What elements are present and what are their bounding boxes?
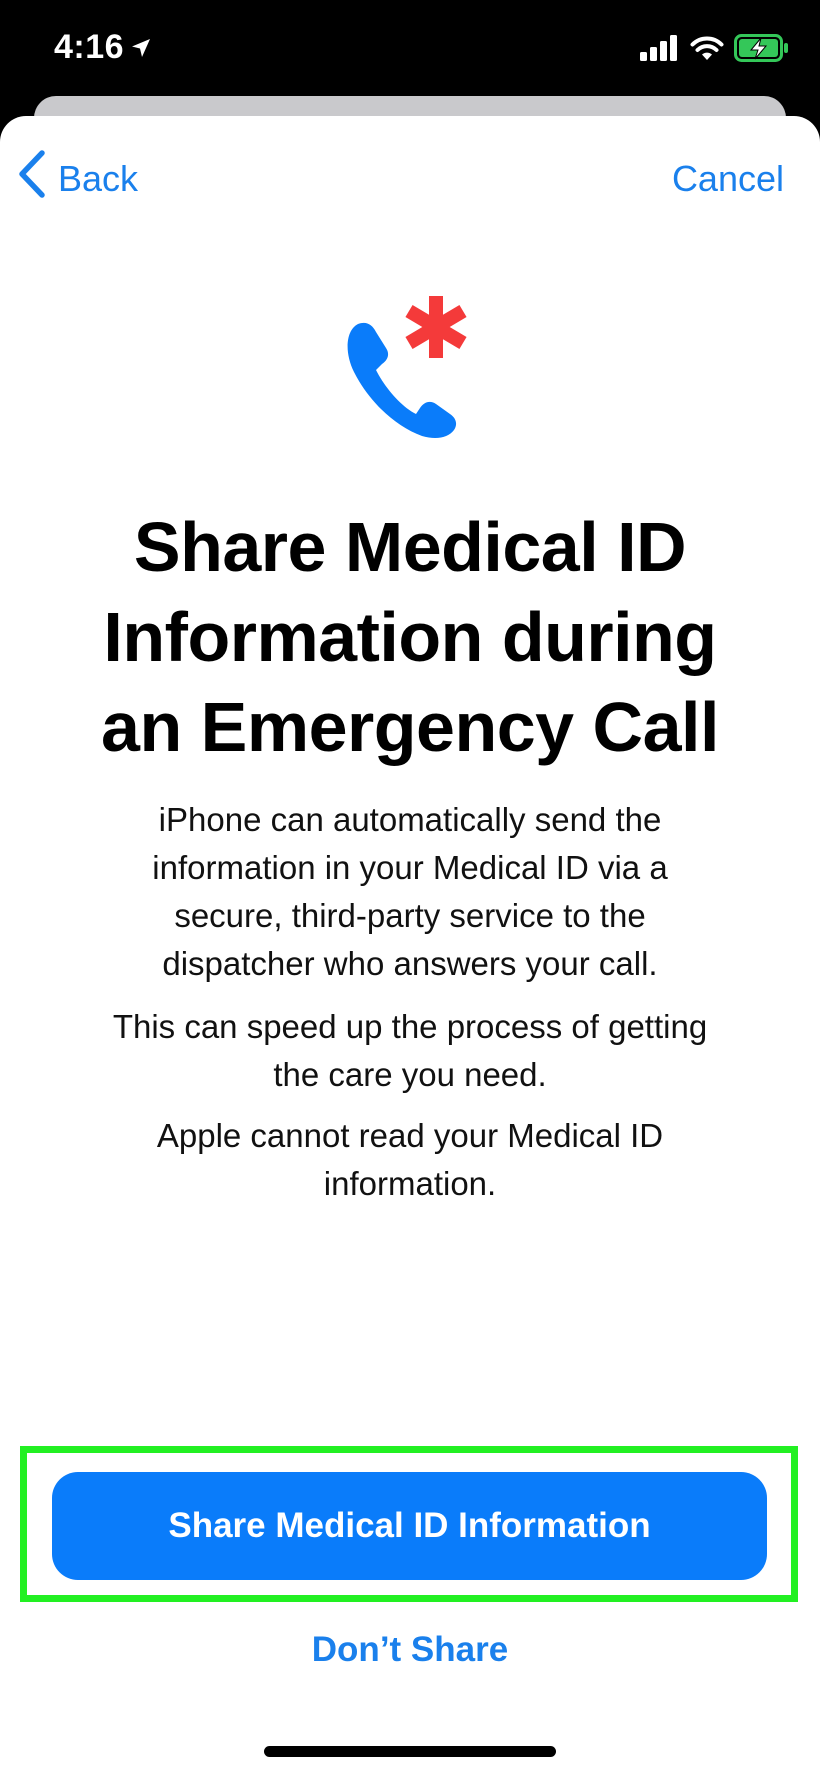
description-line: iPhone can automatically send the [158,801,662,838]
emergency-phone-icon [338,290,478,440]
description-paragraph-1: iPhone can automatically send the inform… [40,796,780,988]
title-line: Information during [103,598,717,676]
cancel-button[interactable]: Cancel [672,158,784,200]
share-medical-id-button[interactable]: Share Medical ID Information [52,1472,767,1580]
chevron-left-icon [18,150,46,207]
description-line: Apple cannot read your Medical ID [156,1117,664,1154]
description-paragraph-3: Apple cannot read your Medical ID inform… [40,1112,780,1208]
dont-share-button[interactable]: Don’t Share [110,1622,710,1678]
status-time-group: 4:16 [54,28,152,67]
title-line: Share Medical ID [133,508,687,586]
description-line: secure, third-party service to the [174,897,646,934]
battery-charging-icon [734,34,790,67]
back-label: Back [58,157,139,199]
description-line: information. [323,1165,497,1202]
description-paragraph-2: This can speed up the process of getting… [40,1003,780,1099]
wifi-icon [690,35,724,66]
description-line: dispatcher who answers your call. [162,945,658,982]
description-line: information in your Medical ID via a [152,849,668,886]
status-indicators [640,34,790,67]
description-line: This can speed up the process of getting [112,1008,708,1045]
page-title: Share Medical ID Information during an E… [40,502,780,772]
status-bar: 4:16 [0,0,820,100]
back-button[interactable]: Back [18,150,138,207]
home-indicator[interactable] [264,1746,556,1757]
title-line: an Emergency Call [101,688,719,766]
cellular-signal-icon [640,35,680,66]
description-line: the care you need. [273,1056,547,1093]
status-time: 4:16 [54,28,125,66]
location-arrow-icon [130,37,152,59]
